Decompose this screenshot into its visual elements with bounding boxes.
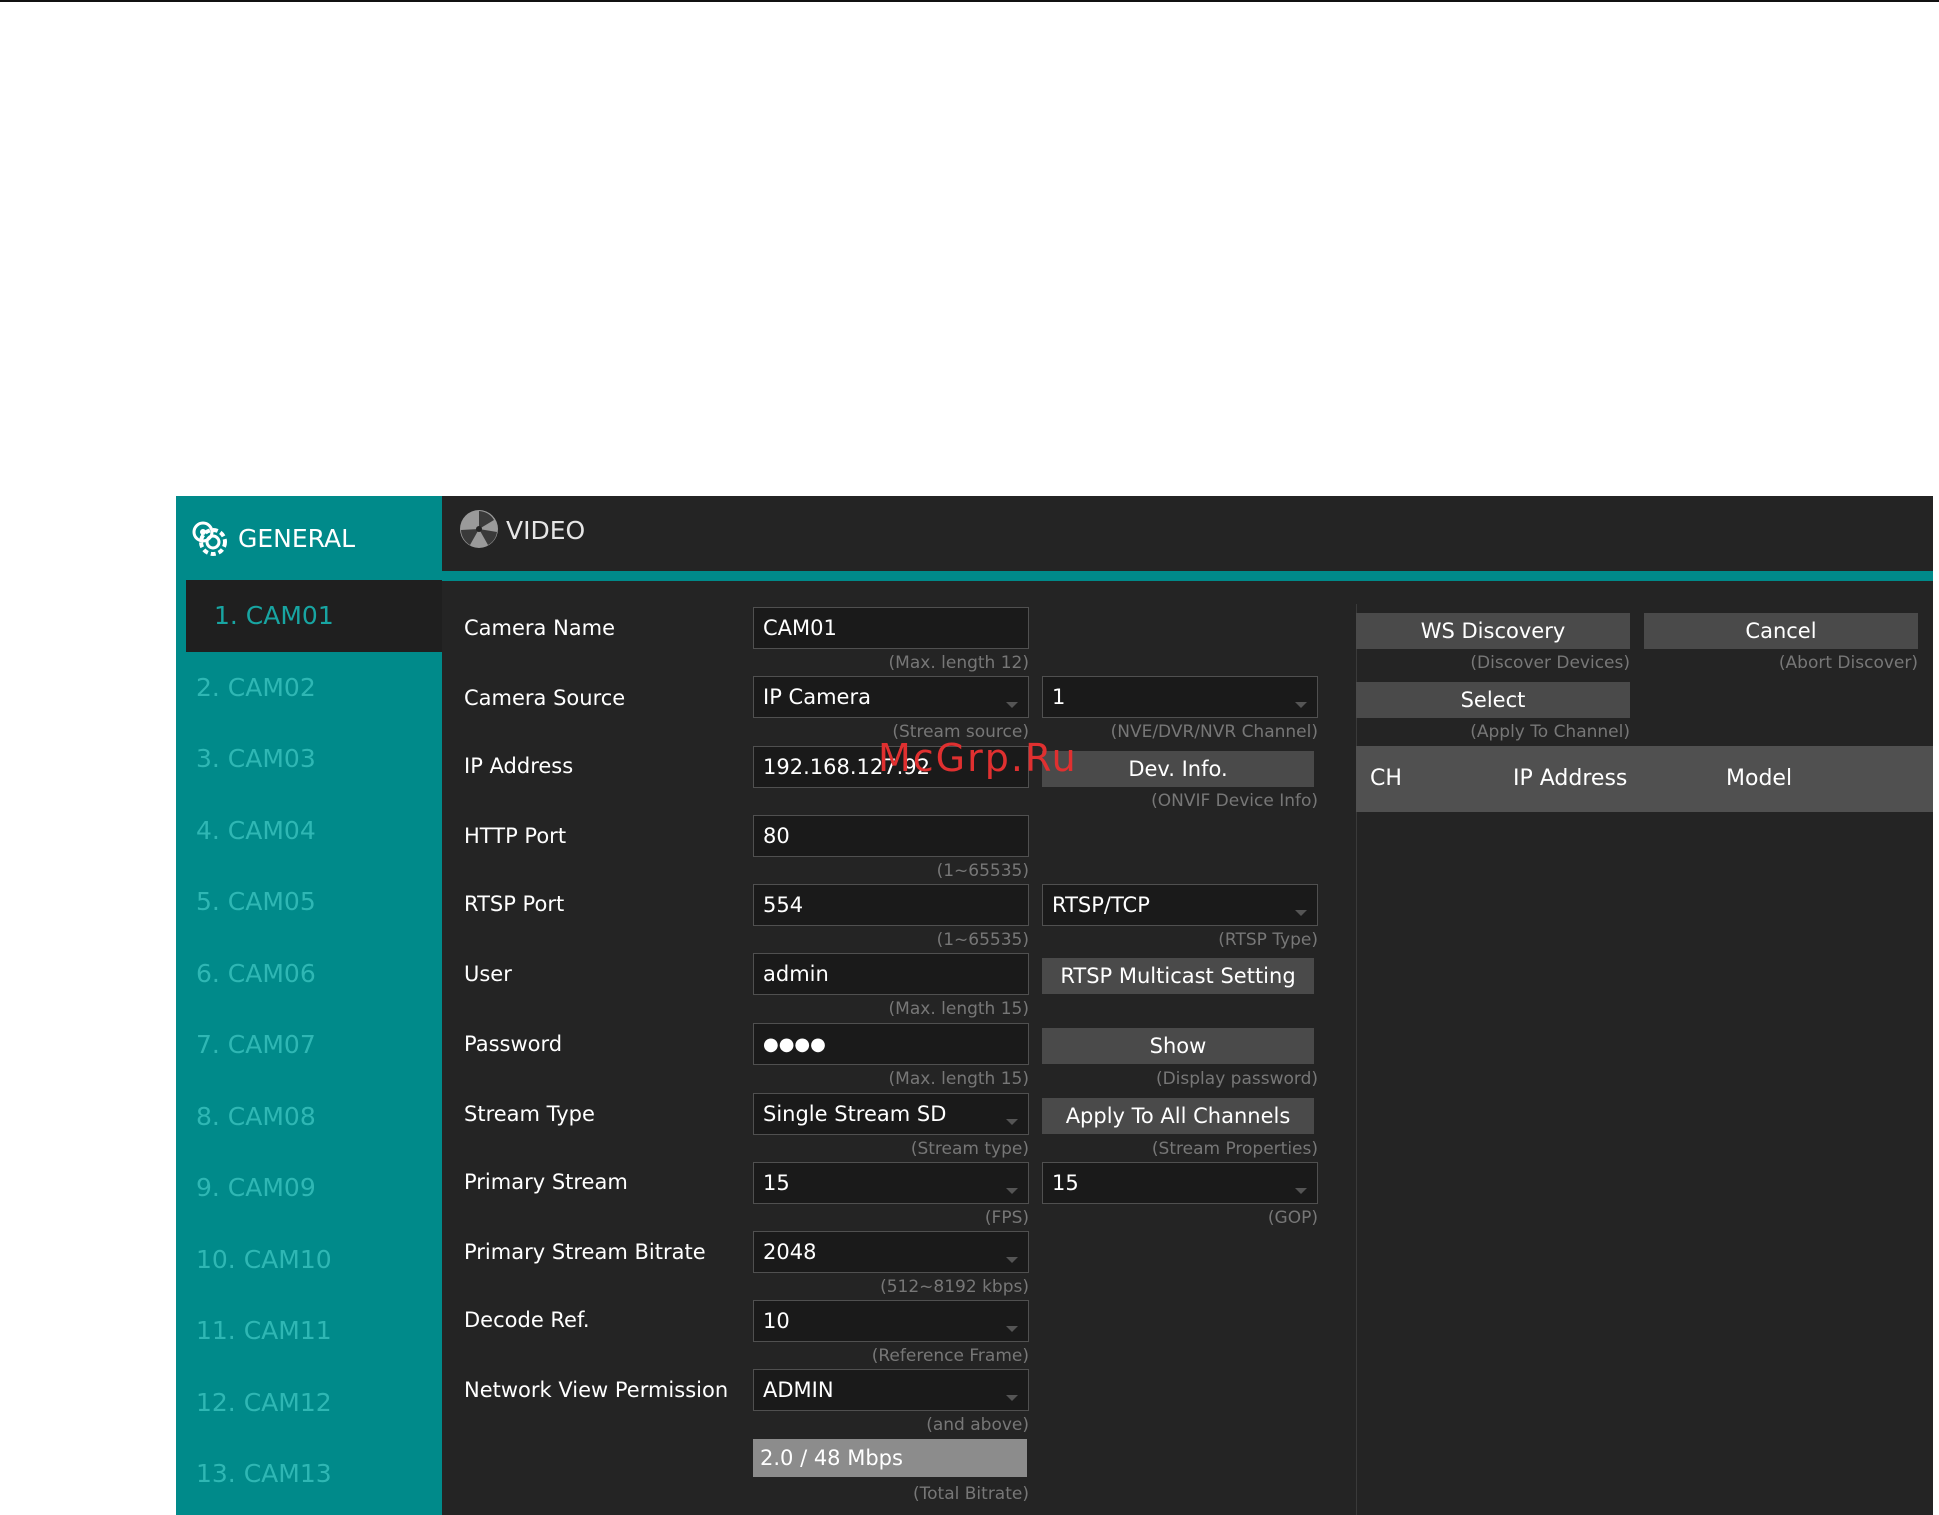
channel-select[interactable]: 1 — [1042, 676, 1318, 718]
decode-ref-hint: (Reference Frame) — [871, 1346, 1029, 1366]
gop-hint: (GOP) — [1267, 1208, 1318, 1228]
sidebar-item-cam09[interactable]: 9. CAM09 — [176, 1152, 442, 1224]
video-title: VIDEO — [506, 516, 586, 545]
film-reel-icon — [460, 510, 498, 548]
camera-list: 1. CAM01 2. CAM02 3. CAM03 4. CAM04 5. C… — [176, 580, 442, 1510]
decode-ref-label: Decode Ref. — [464, 1308, 590, 1332]
primary-bitrate-hint: (512~8192 kbps) — [880, 1277, 1029, 1297]
http-port-input[interactable]: 80 — [753, 815, 1029, 857]
show-password-button[interactable]: Show — [1042, 1028, 1314, 1064]
user-label: User — [464, 962, 512, 986]
select-button[interactable]: Select — [1356, 682, 1630, 718]
stream-type-select[interactable]: Single Stream SD — [753, 1093, 1029, 1135]
network-view-hint: (and above) — [926, 1415, 1029, 1435]
sidebar-item-cam12[interactable]: 12. CAM12 — [176, 1367, 442, 1439]
select-hint: (Apply To Channel) — [1470, 722, 1630, 742]
password-input[interactable]: ●●●● — [753, 1023, 1029, 1065]
channel-hint: (NVE/DVR/NVR Channel) — [1110, 722, 1318, 742]
ip-address-label: IP Address — [464, 754, 574, 778]
video-header: VIDEO — [442, 496, 1933, 572]
rtsp-type-select[interactable]: RTSP/TCP — [1042, 884, 1318, 926]
total-bitrate-hint: (Total Bitrate) — [913, 1484, 1029, 1504]
camera-source-label: Camera Source — [464, 686, 626, 710]
primary-bitrate-select[interactable]: 2048 — [753, 1231, 1029, 1273]
dev-info-hint: (ONVIF Device Info) — [1151, 791, 1318, 811]
discovery-table-header: CH IP Address Model — [1356, 746, 1933, 812]
watermark-text: McGrp.Ru — [878, 736, 1078, 780]
ws-discovery-hint: (Discover Devices) — [1470, 653, 1630, 673]
rtsp-port-input[interactable]: 554 — [753, 884, 1029, 926]
camera-name-hint: (Max. length 12) — [888, 653, 1029, 673]
video-settings-window: GENERAL 1. CAM01 2. CAM02 3. CAM03 4. CA… — [176, 496, 1933, 1515]
stream-type-hint: (Stream type) — [910, 1139, 1029, 1159]
user-input[interactable]: admin — [753, 953, 1029, 995]
top-rule — [0, 0, 1939, 2]
sidebar-item-cam06[interactable]: 6. CAM06 — [176, 938, 442, 1010]
password-hint: (Max. length 15) — [888, 1069, 1029, 1089]
stream-type-label: Stream Type — [464, 1102, 595, 1126]
rtsp-type-hint: (RTSP Type) — [1218, 930, 1318, 950]
camera-name-label: Camera Name — [464, 616, 616, 640]
column-ch[interactable]: CH — [1370, 766, 1402, 791]
network-view-label: Network View Permission — [464, 1378, 729, 1402]
cancel-button[interactable]: Cancel — [1644, 613, 1918, 649]
total-bitrate-bar: 2.0 / 48 Mbps — [753, 1439, 1027, 1477]
show-password-hint: (Display password) — [1155, 1069, 1318, 1089]
http-port-hint: (1~65535) — [936, 861, 1029, 881]
gear-icon — [192, 521, 227, 556]
apply-all-channels-button[interactable]: Apply To All Channels — [1042, 1098, 1314, 1134]
primary-stream-label: Primary Stream — [464, 1170, 628, 1194]
password-label: Password — [464, 1032, 563, 1056]
sidebar-item-cam13[interactable]: 13. CAM13 — [176, 1438, 442, 1510]
sidebar-item-cam01[interactable]: 1. CAM01 — [186, 580, 442, 652]
rtsp-multicast-button[interactable]: RTSP Multicast Setting — [1042, 958, 1314, 994]
column-model[interactable]: Model — [1726, 766, 1792, 791]
sidebar-header-general[interactable]: GENERAL — [176, 496, 442, 580]
network-view-select[interactable]: ADMIN — [753, 1369, 1029, 1411]
sidebar-item-cam03[interactable]: 3. CAM03 — [176, 723, 442, 795]
camera-name-input[interactable]: CAM01 — [753, 607, 1029, 649]
apply-all-hint: (Stream Properties) — [1151, 1139, 1318, 1159]
sidebar-item-cam07[interactable]: 7. CAM07 — [176, 1009, 442, 1081]
gop-select[interactable]: 15 — [1042, 1162, 1318, 1204]
primary-bitrate-label: Primary Stream Bitrate — [464, 1240, 706, 1264]
sidebar-item-cam04[interactable]: 4. CAM04 — [176, 795, 442, 867]
http-port-label: HTTP Port — [464, 824, 567, 848]
ws-discovery-button[interactable]: WS Discovery — [1356, 613, 1630, 649]
sidebar-item-cam05[interactable]: 5. CAM05 — [176, 866, 442, 938]
sidebar-item-cam11[interactable]: 11. CAM11 — [176, 1295, 442, 1367]
decode-ref-select[interactable]: 10 — [753, 1300, 1029, 1342]
column-ip-address[interactable]: IP Address — [1513, 766, 1627, 791]
header-underline — [442, 571, 1933, 581]
sidebar: GENERAL 1. CAM01 2. CAM02 3. CAM03 4. CA… — [176, 496, 442, 1515]
sidebar-title: GENERAL — [238, 523, 356, 553]
sidebar-item-cam08[interactable]: 8. CAM08 — [176, 1081, 442, 1153]
dev-info-button[interactable]: Dev. Info. — [1042, 751, 1314, 787]
sidebar-item-cam10[interactable]: 10. CAM10 — [176, 1224, 442, 1296]
fps-select[interactable]: 15 — [753, 1162, 1029, 1204]
user-hint: (Max. length 15) — [888, 999, 1029, 1019]
rtsp-port-hint: (1~65535) — [936, 930, 1029, 950]
camera-source-select[interactable]: IP Camera — [753, 676, 1029, 718]
sidebar-item-cam02[interactable]: 2. CAM02 — [176, 652, 442, 724]
rtsp-port-label: RTSP Port — [464, 892, 565, 916]
cancel-hint: (Abort Discover) — [1778, 653, 1918, 673]
fps-hint: (FPS) — [984, 1208, 1029, 1228]
